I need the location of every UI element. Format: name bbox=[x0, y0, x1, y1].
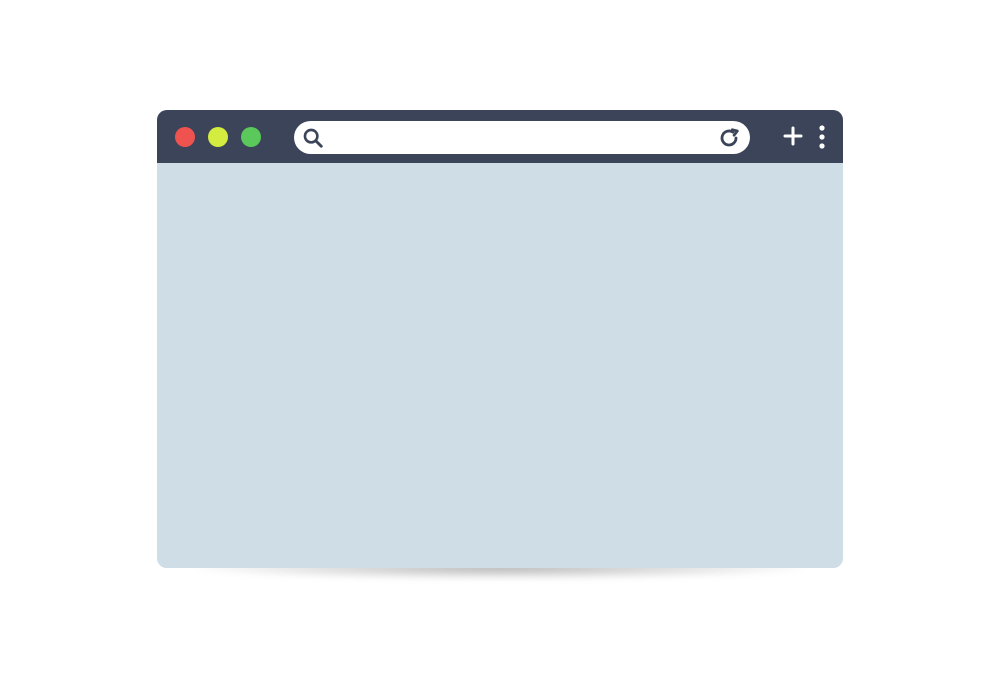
browser-content-area bbox=[157, 163, 843, 568]
kebab-menu-icon[interactable] bbox=[818, 124, 826, 150]
window-close-button[interactable] bbox=[175, 127, 195, 147]
window-maximize-button[interactable] bbox=[241, 127, 261, 147]
address-bar[interactable] bbox=[294, 121, 750, 154]
window-minimize-button[interactable] bbox=[208, 127, 228, 147]
address-input[interactable] bbox=[330, 125, 714, 150]
screenshot-stage bbox=[0, 0, 1000, 700]
search-icon bbox=[303, 128, 323, 148]
plus-icon[interactable] bbox=[783, 126, 803, 146]
browser-window bbox=[157, 110, 843, 568]
reload-icon[interactable] bbox=[717, 126, 741, 150]
browser-titlebar bbox=[157, 110, 843, 163]
